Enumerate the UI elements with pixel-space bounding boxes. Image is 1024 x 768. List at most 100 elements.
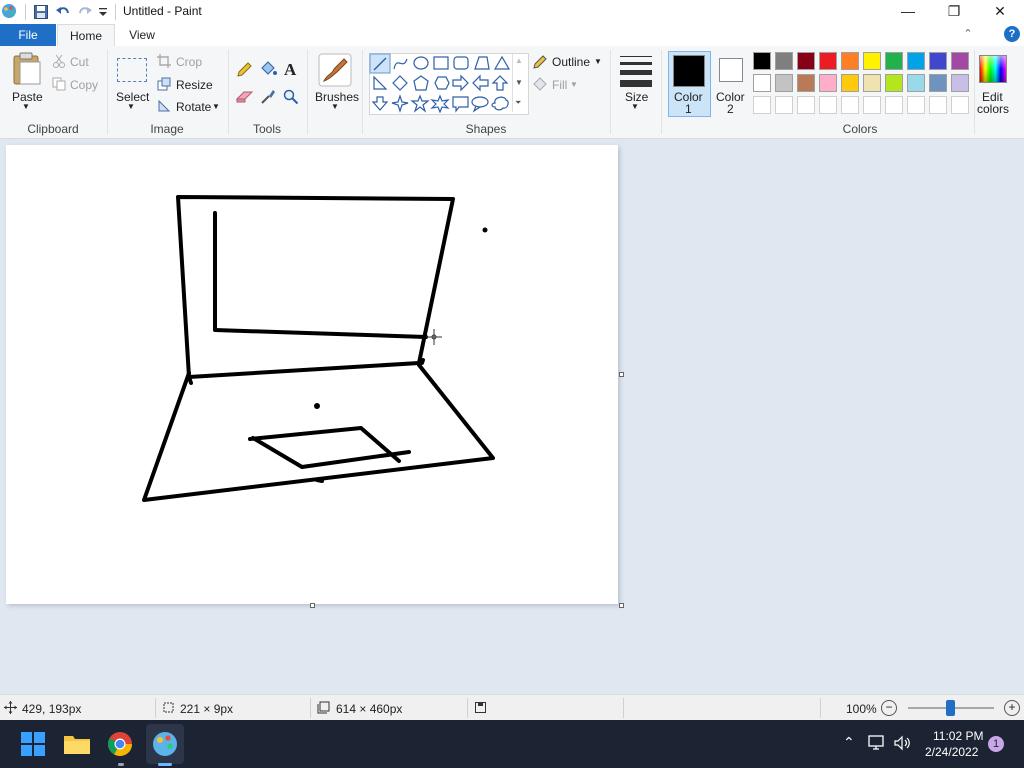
- size-dropdown-icon[interactable]: ▼: [631, 102, 639, 111]
- paint-taskbar-icon[interactable]: [149, 728, 181, 760]
- select-icon[interactable]: [117, 58, 147, 82]
- close-button[interactable]: ✕: [977, 0, 1023, 24]
- custom-color-slot[interactable]: [907, 96, 925, 114]
- palette-color-swatch[interactable]: [951, 52, 969, 70]
- outline-button[interactable]: Outline: [552, 55, 590, 69]
- palette-color-swatch[interactable]: [863, 74, 881, 92]
- palette-color-swatch[interactable]: [753, 52, 771, 70]
- tab-home[interactable]: Home: [57, 24, 115, 47]
- pencil-icon[interactable]: [236, 62, 252, 78]
- status-bar: 429, 193px 221 × 9px 614 × 460px 100% − …: [0, 694, 1024, 721]
- rotate-button[interactable]: Rotate: [176, 100, 211, 114]
- fill-dropdown-icon[interactable]: ▼: [570, 80, 578, 89]
- zoom-out-button[interactable]: −: [881, 700, 897, 716]
- palette-color-swatch[interactable]: [819, 74, 837, 92]
- custom-color-slot[interactable]: [885, 96, 903, 114]
- tab-view[interactable]: View: [117, 24, 167, 46]
- clock-date[interactable]: 2/24/2022: [925, 745, 978, 759]
- canvas-resize-handle-bottom[interactable]: [310, 603, 315, 608]
- size-icon[interactable]: [620, 54, 652, 90]
- save-icon[interactable]: [33, 4, 49, 20]
- zoom-slider-thumb[interactable]: [946, 700, 955, 716]
- scroll-down-icon[interactable]: ▼: [515, 78, 523, 87]
- copy-icon[interactable]: [52, 77, 66, 91]
- volume-icon[interactable]: [893, 735, 911, 751]
- drawing-canvas[interactable]: [6, 145, 618, 604]
- quick-access-dropdown-icon[interactable]: [98, 6, 108, 18]
- clock-time[interactable]: 11:02 PM: [933, 729, 983, 743]
- palette-color-swatch[interactable]: [929, 74, 947, 92]
- palette-color-swatch[interactable]: [907, 74, 925, 92]
- notification-badge[interactable]: 1: [988, 736, 1004, 752]
- palette-color-swatch[interactable]: [753, 74, 771, 92]
- file-explorer-icon[interactable]: [61, 728, 93, 760]
- crop-icon[interactable]: [157, 54, 171, 68]
- zoom-level: 100%: [846, 702, 877, 716]
- fill-icon[interactable]: [532, 76, 548, 92]
- palette-color-swatch[interactable]: [885, 74, 903, 92]
- select-dropdown-icon[interactable]: ▼: [127, 102, 135, 111]
- fill-button[interactable]: Fill: [552, 78, 567, 92]
- canvas-resize-handle-corner[interactable]: [619, 603, 624, 608]
- chrome-icon[interactable]: [104, 728, 136, 760]
- zoom-in-button[interactable]: +: [1004, 700, 1020, 716]
- custom-color-slot[interactable]: [797, 96, 815, 114]
- edit-colors-icon[interactable]: [979, 55, 1007, 83]
- outline-icon[interactable]: [532, 54, 548, 70]
- crop-button[interactable]: Crop: [176, 55, 202, 69]
- custom-color-slot[interactable]: [951, 96, 969, 114]
- custom-color-slot[interactable]: [775, 96, 793, 114]
- undo-icon[interactable]: [55, 4, 71, 20]
- shapes-expand-icon[interactable]: ⏷: [515, 98, 521, 108]
- network-icon[interactable]: [868, 735, 886, 751]
- palette-color-swatch[interactable]: [863, 52, 881, 70]
- brushes-icon[interactable]: [318, 53, 352, 87]
- palette-color-swatch[interactable]: [951, 74, 969, 92]
- custom-color-slot[interactable]: [841, 96, 859, 114]
- canvas-resize-handle-right[interactable]: [619, 372, 624, 377]
- palette-color-swatch[interactable]: [841, 74, 859, 92]
- rotate-icon[interactable]: [157, 99, 171, 113]
- title-bar: Untitled - Paint — ❐ ✕: [0, 0, 1024, 24]
- show-hidden-icons-icon[interactable]: ⌃: [843, 734, 855, 751]
- outline-dropdown-icon[interactable]: ▼: [594, 57, 602, 66]
- custom-color-slot[interactable]: [753, 96, 771, 114]
- redo-icon[interactable]: [77, 4, 93, 20]
- cut-button[interactable]: Cut: [70, 55, 89, 69]
- resize-button[interactable]: Resize: [176, 78, 213, 92]
- paste-dropdown-icon[interactable]: ▼: [22, 102, 30, 111]
- magnifier-icon[interactable]: [283, 89, 299, 105]
- eraser-icon[interactable]: [236, 90, 254, 104]
- minimize-button[interactable]: —: [885, 0, 931, 24]
- tab-file[interactable]: File: [0, 24, 56, 46]
- palette-color-swatch[interactable]: [775, 52, 793, 70]
- palette-color-swatch[interactable]: [797, 74, 815, 92]
- windows-start-icon[interactable]: [17, 728, 49, 760]
- brushes-dropdown-icon[interactable]: ▼: [331, 102, 339, 111]
- palette-color-swatch[interactable]: [907, 52, 925, 70]
- rotate-dropdown-icon[interactable]: ▼: [212, 102, 220, 111]
- palette-color-swatch[interactable]: [819, 52, 837, 70]
- maximize-button[interactable]: ❐: [931, 0, 977, 24]
- paint-app-icon[interactable]: [0, 2, 18, 20]
- palette-color-swatch[interactable]: [885, 52, 903, 70]
- paste-icon[interactable]: [12, 52, 42, 86]
- minimize-ribbon-icon[interactable]: ⌃: [960, 26, 976, 42]
- fill-bucket-icon[interactable]: [259, 61, 277, 78]
- cut-icon[interactable]: [52, 54, 66, 68]
- text-tool-icon[interactable]: A: [283, 60, 299, 77]
- resize-icon[interactable]: [157, 77, 171, 91]
- color-picker-icon[interactable]: [260, 88, 276, 105]
- custom-color-slot[interactable]: [819, 96, 837, 114]
- palette-color-swatch[interactable]: [797, 52, 815, 70]
- help-icon[interactable]: ?: [1004, 26, 1020, 42]
- shapes-scrollbar[interactable]: ▲ ▼ ⏷: [512, 54, 527, 112]
- custom-color-slot[interactable]: [863, 96, 881, 114]
- scroll-up-icon[interactable]: ▲: [515, 56, 523, 65]
- palette-color-swatch[interactable]: [841, 52, 859, 70]
- palette-color-swatch[interactable]: [775, 74, 793, 92]
- palette-color-swatch[interactable]: [929, 52, 947, 70]
- custom-color-slot[interactable]: [929, 96, 947, 114]
- copy-button[interactable]: Copy: [70, 78, 98, 92]
- color2-swatch[interactable]: [719, 58, 743, 82]
